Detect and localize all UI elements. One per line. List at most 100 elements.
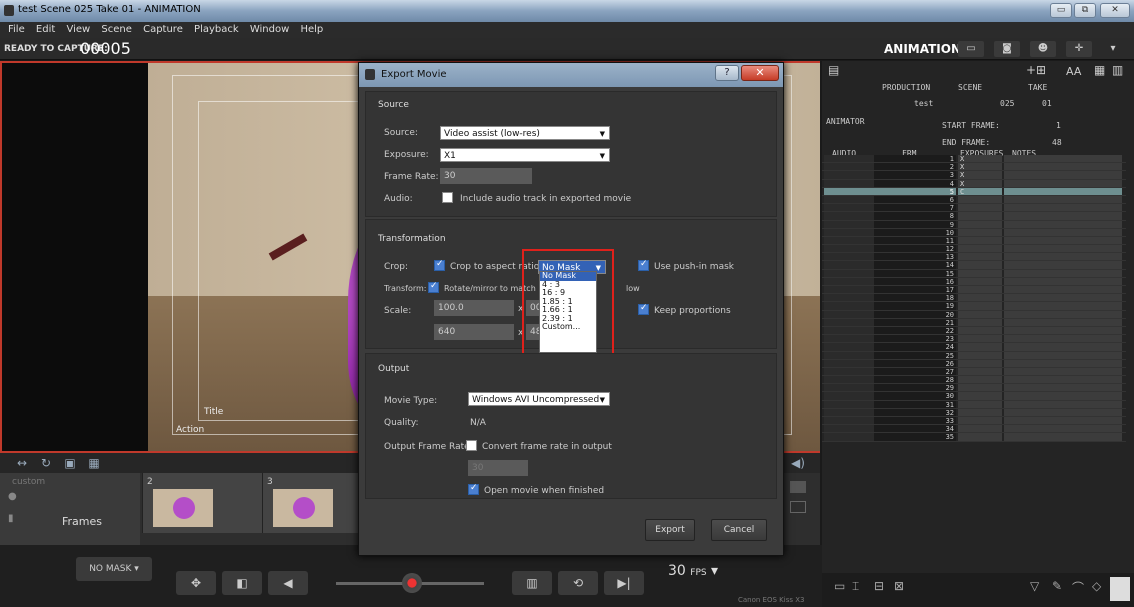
x-sheet-row[interactable]: 30 xyxy=(822,392,1126,401)
production-value[interactable]: test xyxy=(914,99,933,108)
x-sheet-row[interactable]: 7 xyxy=(822,204,1126,213)
eye-icon[interactable]: ● xyxy=(8,491,17,502)
loop-icon[interactable]: ⟲ xyxy=(558,571,598,595)
audio-cell[interactable] xyxy=(824,367,874,376)
exposure-cell[interactable] xyxy=(958,277,1002,285)
exposure-cell[interactable]: C xyxy=(958,187,1002,196)
exposure-cell[interactable] xyxy=(958,269,1002,277)
notes-cell[interactable] xyxy=(1004,302,1122,310)
fps-selector[interactable]: 30 FPS ▾ xyxy=(668,563,758,589)
audio-cell[interactable] xyxy=(824,318,874,326)
x-sheet-row[interactable]: 15 xyxy=(822,269,1126,278)
exposure-cell[interactable] xyxy=(958,236,1002,245)
frame-rate-field[interactable]: 30 xyxy=(440,168,532,184)
grid-icon[interactable]: ▦ xyxy=(86,455,102,471)
notes-cell[interactable] xyxy=(1004,408,1122,416)
menu-help[interactable]: Help xyxy=(300,22,323,38)
pixel-width-field[interactable]: 640 xyxy=(434,324,514,340)
menu-view[interactable]: View xyxy=(66,22,90,38)
eraser-icon[interactable]: ◇ xyxy=(1092,579,1101,593)
x-sheet-row[interactable]: 17 xyxy=(822,286,1126,295)
notes-cell[interactable] xyxy=(1004,155,1122,163)
exposure-cell[interactable] xyxy=(958,417,1002,425)
audio-cell[interactable] xyxy=(824,253,874,261)
display-icon[interactable]: ▭ xyxy=(958,41,984,57)
x-sheet-row[interactable]: 9 xyxy=(822,220,1126,229)
x-sheet-row[interactable]: 2X xyxy=(822,163,1126,172)
x-sheet-row[interactable]: 1X xyxy=(822,155,1126,164)
menu-scene[interactable]: Scene xyxy=(101,22,132,38)
audio-cell[interactable] xyxy=(824,351,874,359)
x-sheet-row[interactable]: 23 xyxy=(822,335,1126,344)
audio-cell[interactable] xyxy=(824,343,874,351)
x-sheet-row[interactable]: 27 xyxy=(822,367,1126,377)
rotate-mirror-checkbox[interactable] xyxy=(428,281,439,293)
notes-cell[interactable] xyxy=(1004,261,1122,269)
audio-cell[interactable] xyxy=(824,408,874,416)
take-value[interactable]: 01 xyxy=(1042,99,1052,108)
exposure-cell[interactable]: X xyxy=(958,155,1002,163)
x-sheet-row[interactable]: 6 xyxy=(822,195,1126,205)
x-sheet-row[interactable]: 12 xyxy=(822,245,1126,254)
audio-cell[interactable] xyxy=(824,335,874,343)
workspace-mode[interactable]: ANIMATION xyxy=(884,42,961,56)
x-sheet-row[interactable]: 25 xyxy=(822,351,1126,360)
x-sheet-row[interactable]: 21 xyxy=(822,318,1126,327)
exposure-cell[interactable] xyxy=(958,400,1002,408)
exposure-cell[interactable] xyxy=(958,367,1002,376)
onion-skin-icon[interactable] xyxy=(790,501,806,513)
x-sheet-row[interactable]: 4X xyxy=(822,179,1126,188)
audio-cell[interactable] xyxy=(824,269,874,277)
open-movie-checkbox[interactable] xyxy=(468,483,479,495)
notes-cell[interactable] xyxy=(1004,277,1122,285)
convert-frame-rate-checkbox[interactable] xyxy=(466,440,477,451)
notes-cell[interactable] xyxy=(1004,392,1122,400)
x-sheet-row[interactable]: 18 xyxy=(822,294,1126,303)
split-view-icon[interactable]: ▥ xyxy=(512,571,552,595)
x-sheet-row[interactable]: 10 xyxy=(822,228,1126,237)
play-reverse-icon[interactable]: ◀ xyxy=(268,571,308,595)
arrows-icon[interactable]: ↔ xyxy=(14,455,30,471)
close-dialog-button[interactable]: ✕ xyxy=(741,65,779,81)
audio-cell[interactable] xyxy=(824,261,874,269)
audio-cell[interactable] xyxy=(824,171,874,179)
notes-cell[interactable] xyxy=(1004,269,1122,277)
audio-cell[interactable] xyxy=(824,417,874,425)
notes-cell[interactable] xyxy=(1004,294,1122,302)
exposure-cell[interactable] xyxy=(958,220,1002,228)
notes-cell[interactable] xyxy=(1004,228,1122,236)
exposure-cell[interactable] xyxy=(958,335,1002,343)
exposure-cell[interactable] xyxy=(958,425,1002,433)
add-column-icon[interactable]: +⊞ xyxy=(1026,63,1046,77)
exposure-cell[interactable]: X xyxy=(958,179,1002,188)
frame-icon[interactable]: ▣ xyxy=(62,455,78,471)
crosshair-icon[interactable]: ✛ xyxy=(1066,41,1092,57)
x-sheet-row[interactable]: 28 xyxy=(822,376,1126,385)
notes-cell[interactable] xyxy=(1004,318,1122,326)
x-sheet-row[interactable]: 32 xyxy=(822,408,1126,417)
audio-cell[interactable] xyxy=(824,179,874,187)
notes-cell[interactable] xyxy=(1004,433,1122,441)
exposure-cell[interactable] xyxy=(958,392,1002,400)
x-sheet-row[interactable]: 5C xyxy=(822,187,1126,196)
notes-cell[interactable] xyxy=(1004,236,1122,245)
go-to-end-icon[interactable]: ▶| xyxy=(604,571,644,595)
push-in-mask-checkbox[interactable] xyxy=(638,259,649,271)
exposure-cell[interactable] xyxy=(958,302,1002,310)
audio-cell[interactable] xyxy=(824,302,874,310)
keep-proportions-checkbox[interactable] xyxy=(638,303,649,315)
minimize-button[interactable]: ▭ xyxy=(1050,3,1072,18)
x-sheet-row[interactable]: 19 xyxy=(822,302,1126,311)
step-back-icon[interactable]: ◧ xyxy=(222,571,262,595)
pencil-icon[interactable]: ✎ xyxy=(1052,579,1062,593)
exposure-cell[interactable] xyxy=(958,204,1002,212)
notes-cell[interactable] xyxy=(1004,425,1122,433)
movie-type-select[interactable]: Windows AVI Uncompressed ▼ xyxy=(468,392,610,406)
playback-knob[interactable] xyxy=(402,573,422,593)
exposure-select[interactable]: X1 ▼ xyxy=(440,148,610,162)
audio-cell[interactable] xyxy=(824,228,874,236)
notes-cell[interactable] xyxy=(1004,245,1122,253)
exposure-cell[interactable] xyxy=(958,286,1002,294)
audio-cell[interactable] xyxy=(824,220,874,228)
notes-cell[interactable] xyxy=(1004,253,1122,261)
